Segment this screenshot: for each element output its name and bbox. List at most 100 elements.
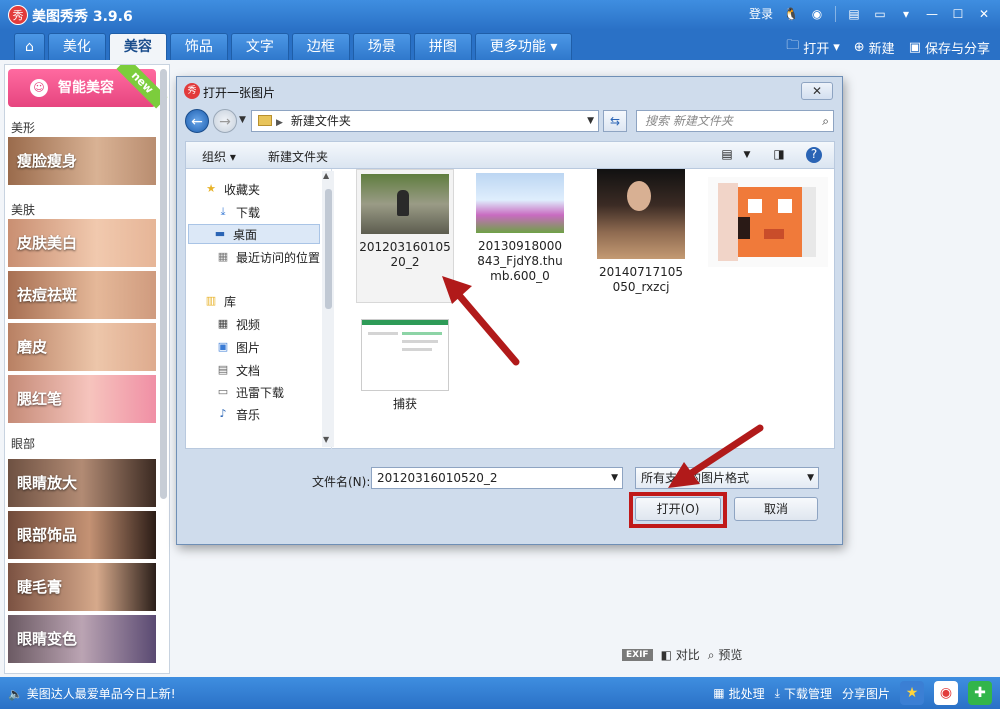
- nav-recent[interactable]: ▦ 最近访问的位置: [216, 247, 320, 267]
- feature-acne[interactable]: 祛痘祛斑: [8, 271, 156, 319]
- nav-downloads[interactable]: ⤓ 下载: [216, 202, 260, 222]
- weibo-share-icon[interactable]: ◉: [934, 681, 958, 705]
- scroll-up-icon[interactable]: ▲: [323, 171, 329, 180]
- divider: [835, 5, 836, 22]
- search-icon[interactable]: ⌕: [822, 111, 829, 131]
- portrait-face: [627, 181, 651, 211]
- share-photo-button[interactable]: 分享图片: [842, 685, 890, 702]
- back-button[interactable]: ←: [185, 109, 209, 133]
- sidebar: ☺ 智能美容 new 美形 瘦脸瘦身 美肤 皮肤美白 祛痘祛斑 磨皮 腮红笔 眼…: [4, 64, 170, 674]
- cancel-button[interactable]: 取消: [734, 497, 818, 521]
- forward-button[interactable]: →: [213, 109, 237, 133]
- batch-button[interactable]: ▦ 批处理: [713, 685, 764, 702]
- add-icon[interactable]: ✚: [968, 681, 992, 705]
- feature-eye-accessory[interactable]: 眼部饰品: [8, 511, 156, 559]
- organize-button[interactable]: 组织 ▾: [202, 148, 236, 165]
- login-link[interactable]: 登录: [749, 5, 773, 22]
- file-item[interactable]: 捕获: [356, 315, 454, 412]
- history-dropdown[interactable]: ▼: [239, 115, 246, 125]
- address-bar[interactable]: ▶ 新建文件夹 ▼: [251, 110, 599, 132]
- minimize-icon[interactable]: —: [924, 6, 940, 22]
- tab-cosmetic[interactable]: 美容: [108, 33, 167, 60]
- nav-thunder[interactable]: ▭ 迅雷下载: [216, 382, 284, 402]
- chevron-down-icon[interactable]: ▼: [587, 111, 594, 131]
- command-bar: 组织 ▾ 新建文件夹 ▤ ▼ ◨ ?: [185, 141, 835, 169]
- feature-whitening[interactable]: 皮肤美白: [8, 219, 156, 267]
- nav-pane-scroll-thumb[interactable]: [325, 189, 332, 309]
- file-item[interactable]: 20140717105050_rxzcj: [592, 169, 690, 295]
- nav-favorites[interactable]: ★ 收藏夹: [204, 179, 260, 199]
- file-item[interactable]: 20120316010520_2: [356, 169, 454, 303]
- feature-eye-color[interactable]: 眼睛变色: [8, 615, 156, 663]
- feature-blush[interactable]: 腮红笔: [8, 375, 156, 423]
- download-icon: ⤓: [774, 685, 780, 700]
- scroll-down-icon[interactable]: ▼: [323, 435, 329, 444]
- folder-icon: [258, 115, 272, 126]
- weibo-icon[interactable]: ◉: [809, 6, 825, 22]
- video-icon: ▦: [217, 317, 229, 330]
- nav-library[interactable]: ▥ 库: [204, 291, 236, 311]
- folder-icon: ▭: [217, 385, 229, 398]
- search-input[interactable]: 搜索 新建文件夹 ⌕: [636, 110, 834, 132]
- download-manager-button[interactable]: ⤓ 下载管理: [775, 685, 832, 702]
- tab-beautify[interactable]: 美化: [47, 33, 106, 60]
- filetype-select[interactable]: 所有支持的图片格式 ▼: [635, 467, 819, 489]
- navigation-pane: ★ 收藏夹 ⤓ 下载 ▬ 桌面 ▦ 最近访问的位置 ▥ 库 ▦ 视频 ▣ 图片 ▤ 文档 ▭ 迅雷…: [186, 169, 334, 449]
- feature-mascara[interactable]: 睫毛膏: [8, 563, 156, 611]
- preview-button[interactable]: ⌕ 预览: [708, 646, 743, 663]
- tab-accessories[interactable]: 饰品: [169, 33, 228, 60]
- plus-icon: ⊕: [853, 39, 865, 55]
- chevron-down-icon[interactable]: ▼: [738, 150, 756, 166]
- feedback-icon[interactable]: ▭: [872, 6, 888, 22]
- open-menu-button[interactable]: 🗀 打开 ▾: [786, 36, 840, 58]
- menu-icon[interactable]: ▾: [898, 6, 914, 22]
- skin-icon[interactable]: ▤: [846, 6, 862, 22]
- tab-text[interactable]: 文字: [230, 33, 289, 60]
- view-icon[interactable]: ▤: [718, 147, 736, 163]
- exif-button[interactable]: EXIF: [622, 648, 653, 661]
- title-bar-controls: 登录 🐧 ◉ ▤ ▭ ▾ — ☐ ✕: [749, 5, 992, 22]
- dialog-close-button[interactable]: ✕: [801, 82, 833, 100]
- tab-collage[interactable]: 拼图: [413, 33, 472, 60]
- feature-slim-face[interactable]: 瘦脸瘦身: [8, 137, 156, 185]
- app-title: 美图秀秀 3.9.6: [32, 9, 133, 25]
- smart-beauty-button[interactable]: ☺ 智能美容 new: [8, 65, 168, 109]
- file-browser: ★ 收藏夹 ⤓ 下载 ▬ 桌面 ▦ 最近访问的位置 ▥ 库 ▦ 视频 ▣ 图片 ▤ 文档 ▭ 迅雷…: [185, 169, 835, 449]
- chevron-right-icon: ▶: [276, 118, 283, 128]
- nav-videos[interactable]: ▦ 视频: [216, 314, 260, 334]
- nav-desktop[interactable]: ▬ 桌面: [188, 224, 320, 244]
- qq-icon[interactable]: 🐧: [783, 6, 799, 22]
- nav-pictures[interactable]: ▣ 图片: [216, 337, 260, 357]
- home-tab[interactable]: ⌂: [14, 33, 45, 60]
- tab-scene[interactable]: 场景: [352, 33, 411, 60]
- file-item[interactable]: 20130918000843_FjdY8.thumb.600_0: [471, 169, 569, 284]
- pixelated-thumbnail: [708, 177, 828, 267]
- compare-button[interactable]: ◧ 对比: [661, 646, 700, 663]
- tab-frame[interactable]: 边框: [291, 33, 350, 60]
- nav-music[interactable]: ♪ 音乐: [216, 404, 260, 424]
- status-actions: ▦ 批处理 ⤓ 下载管理 分享图片 ★ ◉ ✚: [713, 681, 992, 705]
- close-icon[interactable]: ✕: [976, 6, 992, 22]
- maximize-icon[interactable]: ☐: [950, 6, 966, 22]
- sidebar-scrollbar[interactable]: [160, 69, 167, 499]
- filename-input[interactable]: 20120316010520_2 ▼: [371, 467, 623, 489]
- file-item[interactable]: [706, 169, 830, 273]
- preview-pane-icon[interactable]: ◨: [770, 147, 788, 163]
- star-icon[interactable]: ★: [900, 681, 924, 705]
- refresh-button[interactable]: ⇆: [603, 110, 627, 132]
- tab-more[interactable]: 更多功能 ▾: [474, 33, 573, 60]
- chevron-down-icon[interactable]: ▼: [611, 468, 618, 488]
- nav-documents[interactable]: ▤ 文档: [216, 360, 260, 380]
- save-share-button[interactable]: ▣ 保存与分享: [909, 38, 990, 57]
- menu-actions: 🗀 打开 ▾ ⊕ 新建 ▣ 保存与分享: [786, 36, 990, 58]
- status-message[interactable]: 🔈 美图达人最爱单品今日上新!: [8, 685, 176, 702]
- folder-icon: 🗀: [786, 38, 800, 53]
- new-folder-button[interactable]: 新建文件夹: [268, 148, 328, 165]
- feature-eye-enlarge[interactable]: 眼睛放大: [8, 459, 156, 507]
- help-icon[interactable]: ?: [806, 147, 822, 163]
- save-icon: ▣: [908, 39, 921, 55]
- batch-icon: ▦: [713, 686, 725, 700]
- feature-smooth[interactable]: 磨皮: [8, 323, 156, 371]
- new-button[interactable]: ⊕ 新建: [854, 38, 895, 57]
- preview-icon: ⌕: [707, 648, 715, 662]
